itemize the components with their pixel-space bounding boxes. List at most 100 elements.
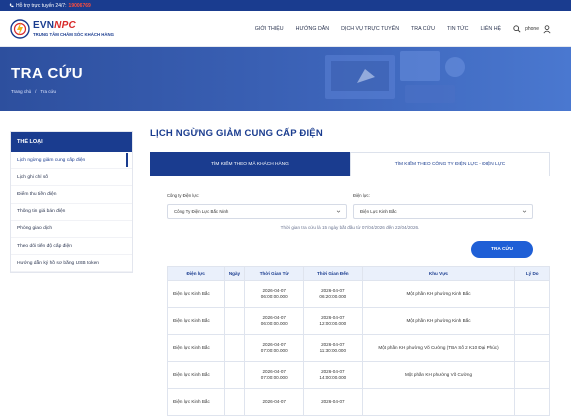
tab-by-customer-code[interactable]: TÌM KIẾM THEO MÃ KHÁCH HÀNG xyxy=(150,152,350,176)
cell-area: Một phần KH phường Kinh Bắc xyxy=(361,307,516,335)
search-button[interactable]: TRA CỨU xyxy=(471,241,533,258)
col-thoi-gian-den: Thời Gian Đến xyxy=(303,266,363,281)
table-row: Điện lực Kinh Bắc 2026-04-07 06:00:00.000… xyxy=(167,280,550,308)
outage-table: Điện lực Ngày Thời Gian Từ Thời Gian Đến… xyxy=(167,266,550,416)
cell-to-date: 2026-04-07 xyxy=(321,314,345,320)
cell-date xyxy=(223,307,246,335)
company-label: Công ty Điện lực: xyxy=(167,193,200,198)
sidebar-item-lich-ngung-giam[interactable]: Lịch ngừng giảm cung cấp điện xyxy=(11,152,132,170)
main-content: LỊCH NGỪNG GIẢM CUNG CẤP ĐIỆN TÌM KIẾM T… xyxy=(150,128,550,416)
evn-logo-icon xyxy=(10,18,30,39)
col-dien-luc: Điện lực xyxy=(167,266,225,281)
cell-reason xyxy=(514,280,550,308)
sidebar-item-gia-ban-dien[interactable]: Thông tin giá bán điện xyxy=(11,204,132,221)
cell-area: Một phần KH phường Võ Cường xyxy=(361,361,516,389)
cell-from-date: 2026-04-07 xyxy=(262,287,286,293)
cell-branch: Điện lực Kinh Bắc xyxy=(167,280,225,308)
chevron-down-icon xyxy=(522,210,527,213)
nav-tra-cuu[interactable]: TRA CỨU xyxy=(411,26,435,32)
cell-from-time: 07:00:00.000 xyxy=(260,348,288,353)
category-sidebar: THỂ LOẠI Lịch ngừng giảm cung cấp điện L… xyxy=(10,131,133,274)
table-row: Điện lực Kinh Bắc 2026-04-07 06:00:00.000… xyxy=(167,307,550,335)
cell-branch: Điện lực Kinh Bắc xyxy=(167,307,225,335)
cell-reason xyxy=(514,307,550,335)
cell-area xyxy=(361,388,516,416)
logo[interactable]: EVNNPC TRUNG TÂM CHĂM SÓC KHÁCH HÀNG xyxy=(10,18,114,39)
section-title: LỊCH NGỪNG GIẢM CUNG CẤP ĐIỆN xyxy=(150,128,323,139)
hotline-number[interactable]: 19006769 xyxy=(69,3,91,9)
table-header-row: Điện lực Ngày Thời Gian Từ Thời Gian Đến… xyxy=(167,266,550,281)
cell-date xyxy=(223,388,246,416)
col-thoi-gian-tu: Thời Gian Từ xyxy=(244,266,305,281)
cell-to-time: 14:00:00.000 xyxy=(319,375,347,380)
sidebar-item-lich-ghi-chi-so[interactable]: Lịch ghi chỉ số xyxy=(11,169,132,187)
cell-from: 2026-04-07 06:00:00.000 xyxy=(244,280,305,308)
sidebar-item-phong-giao-dich[interactable]: Phòng giao dịch xyxy=(11,221,132,238)
cell-from-time: 06:00:00.000 xyxy=(260,294,288,299)
search-input[interactable]: phone xyxy=(525,26,539,32)
search-period-note: Thời gian tra cứu là 15 ngày bắt đầu từ … xyxy=(280,225,420,230)
cell-reason xyxy=(514,334,550,362)
cell-to-time: 11:30:00.000 xyxy=(319,348,347,353)
company-select-value: Công Ty Điện Lực Bắc Ninh xyxy=(174,209,229,214)
user-icon[interactable] xyxy=(543,24,551,34)
cell-to: 2026-04-07 11:30:00.000 xyxy=(303,334,363,362)
cell-to: 2026-04-07 12:00:00.000 xyxy=(303,307,363,335)
table-row: Điện lực Kinh Bắc 2026-04-07 07:00:00.000… xyxy=(167,361,550,389)
cell-to: 2026-04-07 xyxy=(303,388,363,416)
sidebar-item-tien-do-cap-dien[interactable]: Theo dõi tiến độ cấp điện xyxy=(11,238,132,256)
cell-from: 2026-04-07 xyxy=(244,388,305,416)
cell-area: Một phần KH phường Võ Cường (TBA Số 2 K1… xyxy=(361,334,516,362)
cell-to: 2026-04-07 06:20:00.000 xyxy=(303,280,363,308)
breadcrumb-current: Tra cứu xyxy=(40,89,56,94)
col-ly-do: Lý Do xyxy=(514,266,550,281)
logo-brand-accent: NPC xyxy=(54,20,76,31)
cell-from-date: 2026-04-07 xyxy=(262,341,286,347)
phone-icon xyxy=(9,3,14,8)
nav-dich-vu-truc-tuyen[interactable]: DỊCH VỤ TRỰC TUYẾN xyxy=(341,26,399,32)
nav-lien-he[interactable]: LIÊN HỆ xyxy=(480,26,501,32)
chevron-down-icon xyxy=(336,210,341,213)
cell-to-time: 06:20:00.000 xyxy=(319,294,347,299)
nav-tin-tuc[interactable]: TIN TỨC xyxy=(447,26,469,32)
table-row: Điện lực Kinh Bắc 2026-04-07 2026-04-07 xyxy=(167,388,550,416)
cell-from: 2026-04-07 07:00:00.000 xyxy=(244,334,305,362)
cell-from: 2026-04-07 07:00:00.000 xyxy=(244,361,305,389)
breadcrumb: Trang chủ / Tra cứu xyxy=(11,89,56,94)
search-icon[interactable] xyxy=(513,25,521,33)
search-box[interactable]: phone xyxy=(513,24,551,34)
cell-reason xyxy=(514,388,550,416)
nav-huong-dan[interactable]: HƯỚNG DẪN xyxy=(296,26,330,32)
branch-select[interactable]: Điện Lực Kinh Bắc xyxy=(353,204,533,219)
hotline-label: Hỗ trợ trực tuyến 24/7: xyxy=(16,2,67,9)
cell-from-date: 2026-04-07 xyxy=(262,314,286,320)
cell-to-date: 2026-04-07 xyxy=(321,341,345,347)
company-select[interactable]: Công Ty Điện Lực Bắc Ninh xyxy=(167,204,347,219)
cell-area: Một phần KH phường Kinh Bắc xyxy=(361,280,516,308)
nav-gioi-thieu[interactable]: GIỚI THIỆU xyxy=(255,26,284,32)
cell-from-time: 07:00:00.000 xyxy=(260,375,288,380)
cell-from: 2026-04-07 06:00:00.000 xyxy=(244,307,305,335)
cell-date xyxy=(223,280,246,308)
sidebar-item-diem-thu-tien-dien[interactable]: Điểm thu tiền điện xyxy=(11,186,132,204)
sidebar-item-usb-token[interactable]: Hướng dẫn ký hồ sơ bằng USB token xyxy=(11,255,132,273)
hero-illustration xyxy=(325,51,465,103)
cell-date xyxy=(223,361,246,389)
cell-to-date: 2026-04-07 xyxy=(321,287,345,293)
cell-from-date: 2026-04-07 xyxy=(262,368,286,374)
cell-from-time: 06:00:00.000 xyxy=(260,321,288,326)
table-row: Điện lực Kinh Bắc 2026-04-07 07:00:00.000… xyxy=(167,334,550,362)
tab-by-company[interactable]: TÌM KIẾM THEO CÔNG TY ĐIỆN LỰC - ĐIỆN LỰ… xyxy=(350,152,550,176)
branch-label: Điện lực: xyxy=(353,193,370,198)
cell-reason xyxy=(514,361,550,389)
site-header: EVNNPC TRUNG TÂM CHĂM SÓC KHÁCH HÀNG GIỚ… xyxy=(0,11,571,47)
col-khu-vuc: Khu Vực xyxy=(361,266,516,281)
sidebar-title: THỂ LOẠI xyxy=(11,132,132,152)
cell-to-time: 12:00:00.000 xyxy=(319,321,347,326)
top-bar: Hỗ trợ trực tuyến 24/7: 19006769 xyxy=(0,0,571,11)
breadcrumb-separator: / xyxy=(35,89,37,94)
cell-to: 2026-04-07 14:00:00.000 xyxy=(303,361,363,389)
main-nav: GIỚI THIỆU HƯỚNG DẪN DỊCH VỤ TRỰC TUYẾN … xyxy=(255,11,551,47)
breadcrumb-home[interactable]: Trang chủ xyxy=(11,89,31,94)
cell-to-date: 2026-04-07 xyxy=(321,368,345,374)
